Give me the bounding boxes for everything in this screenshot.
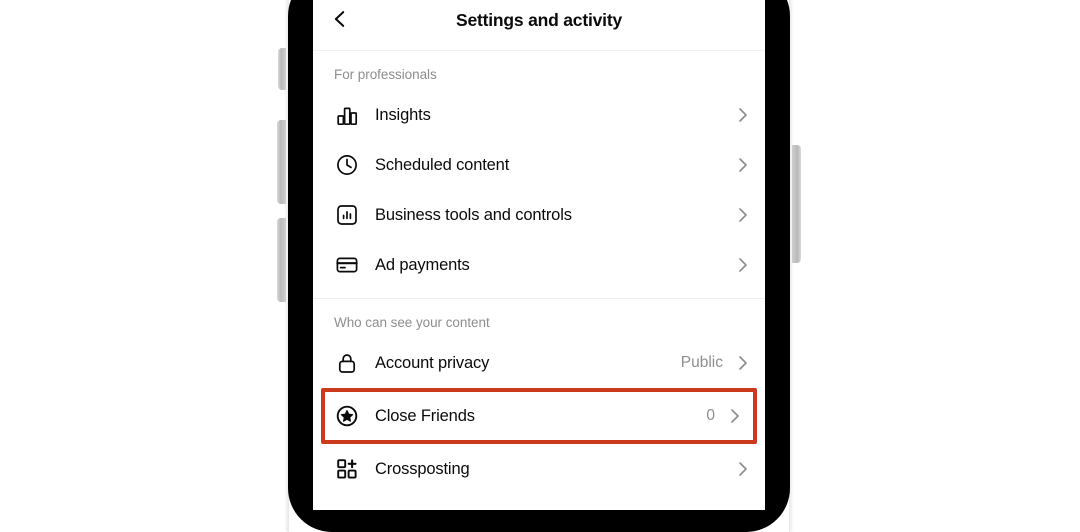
- app-header: Settings and activity: [313, 0, 765, 51]
- settings-row-value: 0: [706, 407, 715, 424]
- volume-down-button[interactable]: [277, 218, 286, 302]
- settings-row-business-tools-and-controls[interactable]: Business tools and controls: [313, 190, 765, 240]
- chart-box-icon: [334, 202, 360, 228]
- chevron-right-icon: [735, 458, 751, 480]
- settings-row-ad-payments[interactable]: Ad payments: [313, 240, 765, 290]
- volume-up-button[interactable]: [277, 120, 286, 204]
- settings-row-crossposting[interactable]: Crossposting: [313, 444, 765, 494]
- chevron-right-icon: [735, 254, 751, 276]
- chevron-right-icon: [735, 204, 751, 226]
- settings-row-account-privacy[interactable]: Account privacy Public: [313, 338, 765, 388]
- settings-row-close-friends[interactable]: Close Friends 0: [321, 388, 757, 444]
- chevron-right-icon: [727, 405, 743, 427]
- section-header: For professionals: [334, 67, 437, 82]
- section-header: Who can see your content: [334, 315, 490, 330]
- settings-row-label: Ad payments: [375, 255, 470, 274]
- settings-row-label: Crossposting: [375, 459, 470, 478]
- settings-sections: For professionals Insights Scheduled conte…: [313, 51, 765, 494]
- settings-row-insights[interactable]: Insights: [313, 90, 765, 140]
- clock-icon: [334, 152, 360, 178]
- lock-icon: [334, 350, 360, 376]
- chevron-right-icon: [735, 352, 751, 374]
- settings-row-label: Insights: [375, 105, 431, 124]
- settings-row-label: Business tools and controls: [375, 205, 572, 224]
- settings-row-label: Account privacy: [375, 353, 490, 372]
- chevron-right-icon: [735, 154, 751, 176]
- page-title: Settings and activity: [456, 10, 622, 30]
- settings-row-scheduled-content[interactable]: Scheduled content: [313, 140, 765, 190]
- bar-chart-icon: [334, 102, 360, 128]
- silence-switch[interactable]: [278, 48, 286, 90]
- credit-card-icon: [334, 252, 360, 278]
- phone-screen: Settings and activity For professionals I…: [313, 0, 765, 510]
- settings-row-value: Public: [680, 354, 723, 371]
- star-circle-icon: [334, 403, 360, 429]
- chevron-right-icon: [735, 104, 751, 126]
- power-button[interactable]: [792, 145, 801, 263]
- settings-row-label: Close Friends: [375, 406, 475, 425]
- settings-row-label: Scheduled content: [375, 155, 510, 174]
- grid-plus-icon: [334, 456, 360, 482]
